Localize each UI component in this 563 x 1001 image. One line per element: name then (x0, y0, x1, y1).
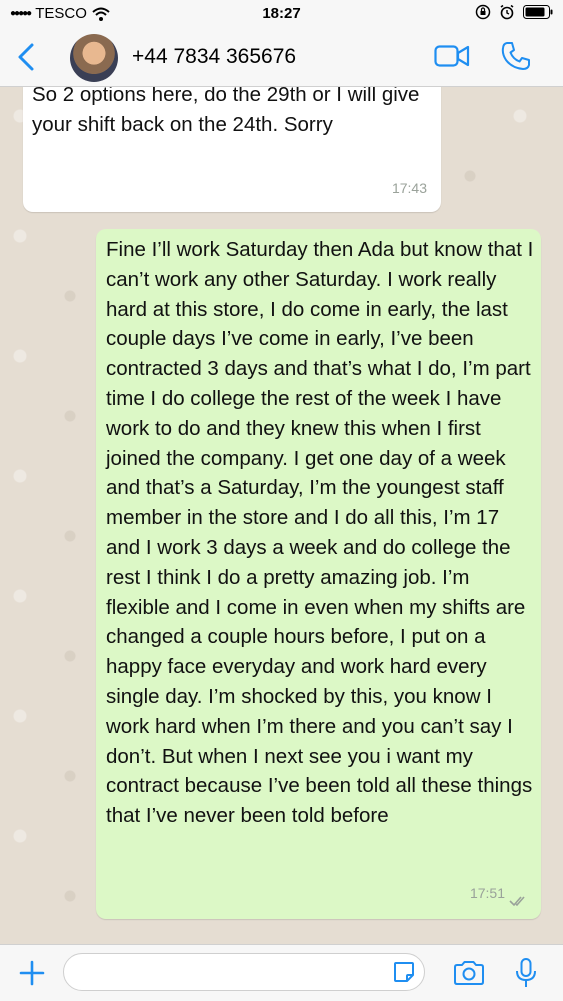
sticker-icon[interactable] (392, 960, 416, 984)
read-ticks-icon (509, 896, 525, 907)
microphone-icon[interactable] (514, 957, 538, 989)
battery-icon (523, 5, 553, 19)
chat-area[interactable]: never willing to come in early. So 2 opt… (0, 86, 563, 944)
chat-header: +44 7834 365676 (0, 28, 563, 87)
outgoing-message-text: Fine I’ll work Saturday then Ada but kno… (106, 238, 534, 828)
outgoing-message-bubble[interactable]: Fine I’ll work Saturday then Ada but kno… (96, 229, 541, 919)
rotation-lock-icon (475, 4, 491, 20)
camera-icon[interactable] (452, 959, 486, 987)
message-input[interactable] (63, 953, 425, 991)
incoming-message-bubble[interactable]: never willing to come in early. So 2 opt… (23, 86, 441, 212)
status-icons (475, 4, 553, 20)
incoming-message-time: 17:43 (391, 180, 427, 197)
video-call-icon[interactable] (434, 43, 470, 69)
back-chevron-icon[interactable] (14, 42, 40, 72)
avatar[interactable] (70, 34, 118, 82)
contact-name[interactable]: +44 7834 365676 (132, 45, 296, 69)
input-bar (0, 944, 563, 1001)
outgoing-message-time: 17:51 (469, 885, 505, 902)
plus-icon[interactable] (18, 959, 46, 987)
alarm-icon (500, 4, 514, 20)
phone-icon[interactable] (500, 40, 532, 72)
incoming-message-text: never willing to come in early. So 2 opt… (32, 86, 420, 136)
status-bar: ●●●●● TESCO 18:27 (0, 0, 563, 28)
